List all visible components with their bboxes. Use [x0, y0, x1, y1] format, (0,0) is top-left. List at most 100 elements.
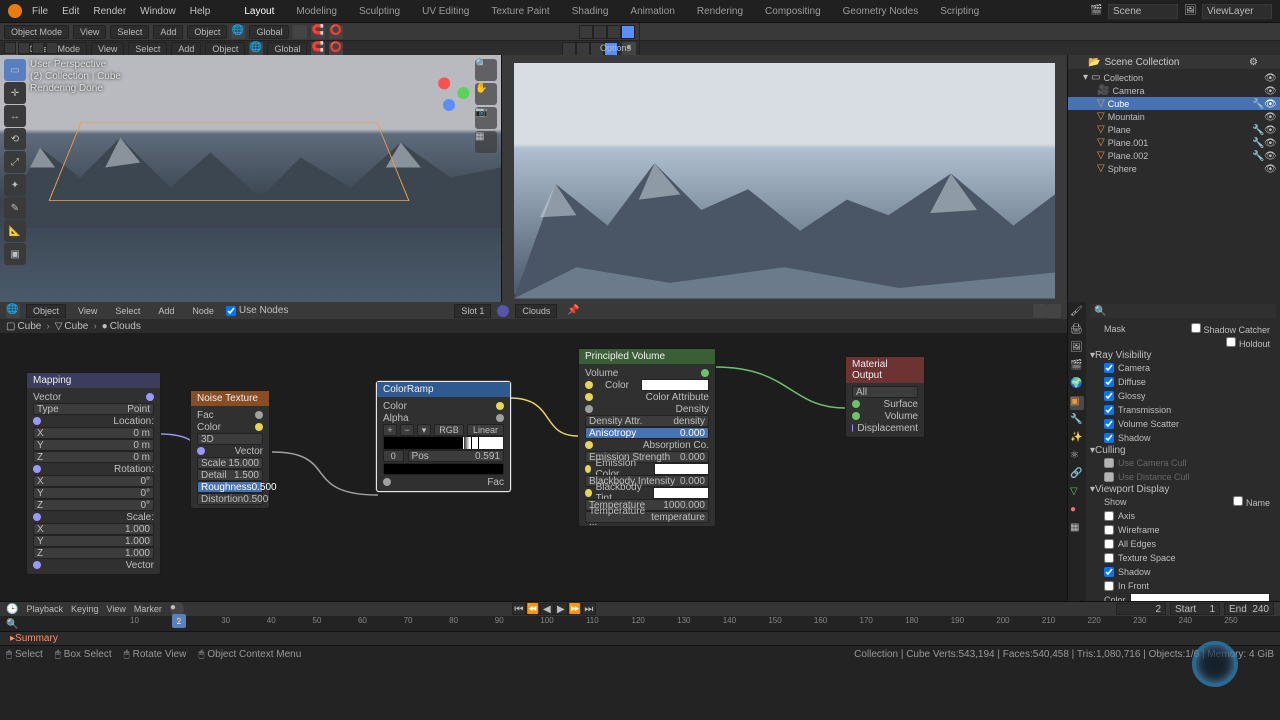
- tree-cube[interactable]: ▽Cube🔧👁: [1068, 97, 1280, 110]
- pvol-bbtint-swatch[interactable]: [653, 487, 709, 499]
- chk-holdout[interactable]: [1226, 337, 1236, 347]
- eye-icon[interactable]: 👁: [1264, 138, 1274, 148]
- ramp-add-btn[interactable]: +: [383, 424, 397, 436]
- chk-glossy[interactable]: [1104, 391, 1114, 401]
- tl-menu-view[interactable]: View: [107, 604, 126, 614]
- start-frame[interactable]: Start1: [1170, 603, 1220, 615]
- tool-annotate[interactable]: ✎: [4, 197, 26, 219]
- ramp-color[interactable]: [383, 463, 504, 475]
- node-canvas[interactable]: Mapping Vector TypePoint Location: X0 m …: [0, 333, 1067, 601]
- menu-render[interactable]: Render: [89, 6, 130, 17]
- current-frame[interactable]: 2: [1116, 603, 1166, 615]
- orientation-select[interactable]: Global: [249, 25, 289, 39]
- sec-vdisp[interactable]: ▾Viewport Display: [1090, 484, 1276, 495]
- timeline-icon[interactable]: 🕒: [6, 604, 18, 615]
- search-icon[interactable]: 🔍: [6, 619, 18, 630]
- ws-tab-uv[interactable]: UV Editing: [416, 3, 475, 20]
- tree-plane002[interactable]: ▽Plane.002🔧👁: [1068, 149, 1280, 162]
- tl-menu-keying[interactable]: Keying: [71, 604, 99, 614]
- play-btn[interactable]: ▶: [554, 603, 568, 615]
- tool-move[interactable]: ↔: [4, 105, 26, 127]
- ws-tab-modeling[interactable]: Modeling: [290, 3, 343, 20]
- path-obj[interactable]: Cube: [17, 321, 41, 332]
- ws-tab-scripting[interactable]: Scripting: [934, 3, 985, 20]
- tree-plane001[interactable]: ▽Plane.001🔧👁: [1068, 136, 1280, 149]
- ptab-physics[interactable]: ⚛: [1070, 450, 1084, 464]
- shade-wire-l[interactable]: [579, 25, 593, 39]
- path-mat[interactable]: Clouds: [110, 321, 141, 332]
- shade-matprev-l[interactable]: [607, 25, 621, 39]
- ne-menu-add[interactable]: Add: [152, 304, 180, 318]
- vp-menu-view-l[interactable]: View: [73, 25, 106, 39]
- modifier-icon[interactable]: 🔧: [1252, 151, 1262, 161]
- matout-target[interactable]: All: [852, 386, 918, 398]
- ws-tab-rendering[interactable]: Rendering: [691, 3, 749, 20]
- viewlayer-field[interactable]: [1202, 4, 1272, 19]
- end-frame[interactable]: End240: [1224, 603, 1274, 615]
- tool-rotate[interactable]: ⟲: [4, 128, 26, 150]
- shader-icon[interactable]: 🌐: [6, 304, 20, 318]
- ws-tab-geonodes[interactable]: Geometry Nodes: [837, 3, 925, 20]
- chk-shadow[interactable]: [1104, 433, 1114, 443]
- node-noise-texture[interactable]: Noise Texture Fac Color 3D Vector Scale1…: [190, 390, 270, 509]
- propedit-icon-r[interactable]: ⭕: [329, 42, 343, 56]
- snap-icon-r[interactable]: 🧲: [311, 42, 325, 56]
- ramp-interp[interactable]: Linear: [467, 424, 504, 436]
- node-mapping[interactable]: Mapping Vector TypePoint Location: X0 m …: [26, 372, 161, 575]
- use-nodes-toggle[interactable]: Use Nodes: [226, 305, 288, 316]
- ptab-object[interactable]: ▣: [1070, 396, 1084, 410]
- menu-file[interactable]: File: [28, 6, 52, 17]
- viewport-3d-left[interactable]: User Perspective (2) Collection | Cube R…: [0, 55, 502, 302]
- ramp-mode[interactable]: RGB: [434, 424, 464, 436]
- shade-solid-l[interactable]: [593, 25, 607, 39]
- eye-icon[interactable]: 👁: [1264, 99, 1274, 109]
- ws-tab-animation[interactable]: Animation: [624, 3, 680, 20]
- next-key-btn[interactable]: ⏩: [568, 603, 582, 615]
- nav-zoom[interactable]: 🔍: [475, 59, 497, 81]
- eye-icon[interactable]: 👁: [1264, 151, 1274, 161]
- nav-camera[interactable]: 📷: [475, 107, 497, 129]
- vp-menu-select-l[interactable]: Select: [110, 25, 149, 39]
- prop-search[interactable]: 🔍: [1090, 304, 1276, 318]
- chk-axis[interactable]: [1104, 511, 1114, 521]
- material-name[interactable]: Clouds: [515, 304, 557, 318]
- chk-trans[interactable]: [1104, 405, 1114, 415]
- shade-solid-r[interactable]: [576, 42, 590, 56]
- node-colorramp[interactable]: ColorRamp Color Alpha + − ▾ RGB Linear: [376, 381, 511, 492]
- eye-icon[interactable]: 👁: [1264, 86, 1274, 96]
- dopesheet-summary[interactable]: ▸ Summary: [0, 631, 1280, 645]
- ptab-world[interactable]: 🌍: [1070, 378, 1084, 392]
- ramp-index[interactable]: 0: [383, 450, 404, 462]
- eye-icon[interactable]: 👁: [1264, 125, 1274, 135]
- sec-rayvis[interactable]: ▾Ray Visibility: [1090, 350, 1276, 361]
- pvol-emcolor-swatch[interactable]: [654, 463, 709, 475]
- chk-name[interactable]: [1233, 496, 1243, 506]
- tree-mountain[interactable]: ▽Mountain👁: [1068, 110, 1280, 123]
- ramp-del-btn[interactable]: −: [400, 424, 414, 436]
- chk-shadowcatcher[interactable]: [1191, 323, 1201, 333]
- chk-wire[interactable]: [1104, 525, 1114, 535]
- sel-mode-4[interactable]: [46, 42, 58, 54]
- chk-camcull[interactable]: [1104, 458, 1114, 468]
- tl-menu-playback[interactable]: Playback: [26, 604, 63, 614]
- viewport-3d-right[interactable]: [502, 55, 1068, 302]
- ptab-render[interactable]: 🖌: [1070, 306, 1084, 320]
- vp-menu-add-r[interactable]: Add: [171, 42, 201, 56]
- mode-select-left[interactable]: Object Mode: [4, 25, 69, 39]
- tool-cursor[interactable]: ✛: [4, 82, 26, 104]
- vp-menu-view-r[interactable]: View: [91, 42, 124, 56]
- chk-distcull[interactable]: [1104, 472, 1114, 482]
- menu-window[interactable]: Window: [136, 6, 180, 17]
- options-btn-l[interactable]: Options: [596, 43, 635, 53]
- ptab-modifier[interactable]: 🔧: [1070, 414, 1084, 428]
- tl-menu-marker[interactable]: Marker: [134, 604, 162, 614]
- slot-select[interactable]: Slot 1: [454, 304, 491, 318]
- eye-icon[interactable]: 👁: [1264, 164, 1274, 174]
- tool-transform[interactable]: ✦: [4, 174, 26, 196]
- menu-edit[interactable]: Edit: [58, 6, 83, 17]
- sel-mode-3[interactable]: [32, 42, 44, 54]
- ne-menu-view[interactable]: View: [72, 304, 103, 318]
- eye-icon[interactable]: 👁: [1264, 112, 1274, 122]
- vp-menu-object-r[interactable]: Object: [205, 42, 245, 56]
- chk-texspace[interactable]: [1104, 553, 1114, 563]
